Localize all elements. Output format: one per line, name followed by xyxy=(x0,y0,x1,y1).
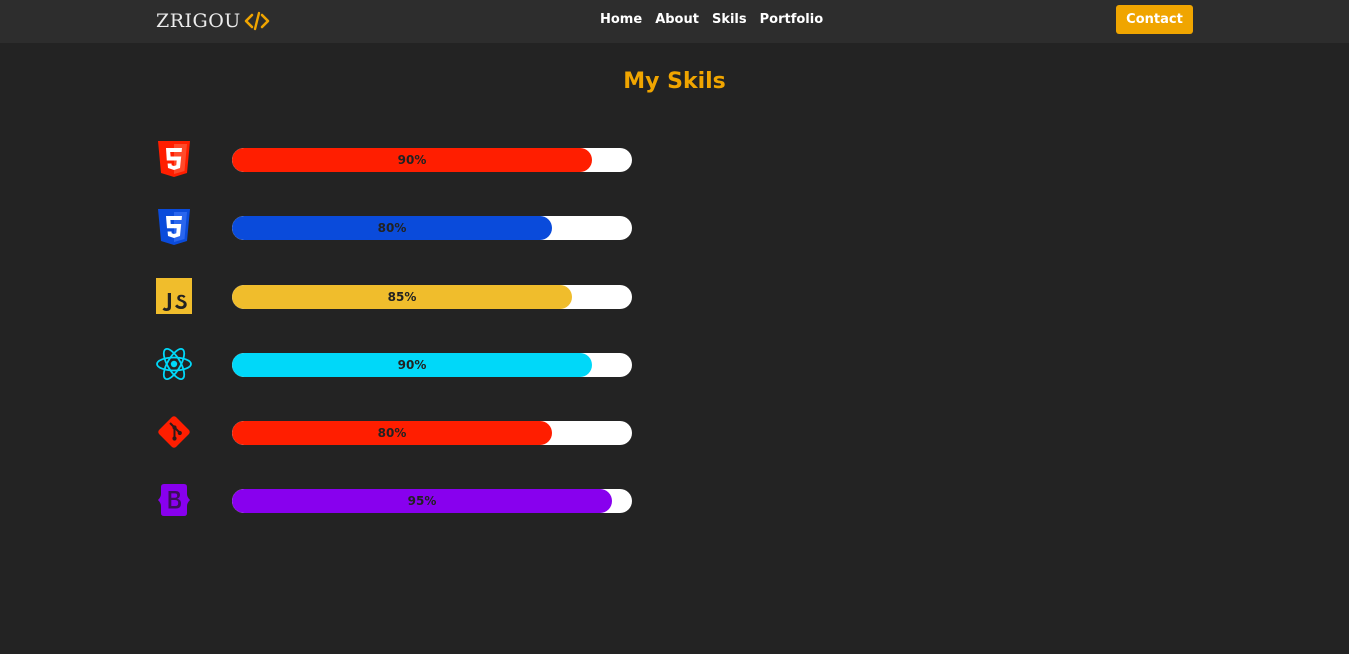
skill-bar-html: 90% xyxy=(232,148,632,172)
code-icon xyxy=(244,11,270,31)
skill-bar-css: 80% xyxy=(232,216,632,240)
skill-fill-html: 90% xyxy=(232,148,592,172)
skill-bar-git: 80% xyxy=(232,421,632,445)
skill-row-html: 90% xyxy=(156,140,636,178)
css3-icon xyxy=(158,209,190,245)
bootstrap-icon xyxy=(158,484,190,516)
main-nav: Home About Skils Portfolio xyxy=(600,12,823,27)
skill-fill-git: 80% xyxy=(232,421,552,445)
skill-bar-react: 90% xyxy=(232,353,632,377)
nav-link-portfolio[interactable]: Portfolio xyxy=(760,12,824,27)
skill-fill-css: 80% xyxy=(232,216,552,240)
section-title: My Skils xyxy=(623,69,726,94)
skill-fill-react: 90% xyxy=(232,353,592,377)
logo[interactable]: ZRIGOU xyxy=(156,8,270,34)
skill-bar-js: 85% xyxy=(232,285,632,309)
logo-text: ZRIGOU xyxy=(156,10,241,32)
skill-fill-bootstrap: 95% xyxy=(232,489,612,513)
skill-row-css: 80% xyxy=(156,208,636,246)
skill-bar-bootstrap: 95% xyxy=(232,489,632,513)
nav-link-about[interactable]: About xyxy=(655,12,699,27)
skill-row-react: 90% xyxy=(156,345,636,383)
skill-row-bootstrap: 95% xyxy=(156,481,636,519)
skill-row-git: 80% xyxy=(156,413,636,451)
contact-button[interactable]: Contact xyxy=(1116,5,1193,34)
nav-link-skils[interactable]: Skils xyxy=(712,12,747,27)
javascript-icon xyxy=(156,278,192,314)
skill-fill-js: 85% xyxy=(232,285,572,309)
html5-icon xyxy=(158,141,190,177)
navbar: ZRIGOU Home About Skils Portfolio Contac… xyxy=(0,0,1349,43)
react-icon xyxy=(156,348,192,380)
nav-link-home[interactable]: Home xyxy=(600,12,642,27)
git-icon xyxy=(158,416,190,448)
skill-row-js: 85% xyxy=(156,277,636,315)
